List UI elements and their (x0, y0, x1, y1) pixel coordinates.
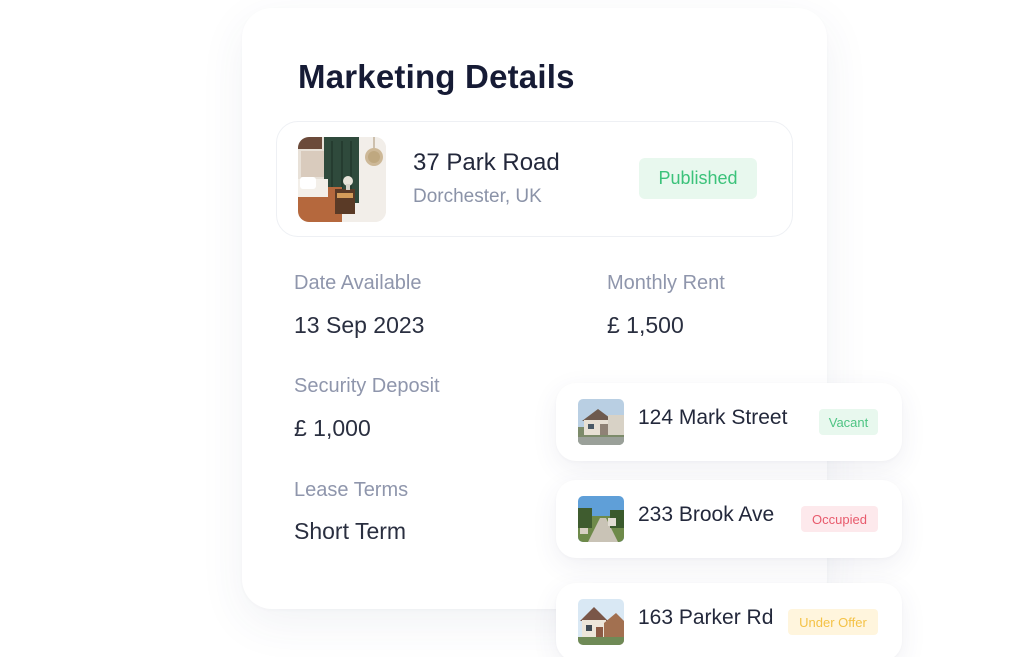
status-badge-occupied: Occupied (801, 506, 878, 532)
monthly-rent-label: Monthly Rent (607, 272, 725, 294)
security-deposit-label: Security Deposit (294, 375, 440, 397)
security-deposit-value: £ 1,000 (294, 415, 371, 441)
page-title: Marketing Details (298, 58, 575, 95)
street-photo-image (578, 496, 624, 542)
listing-photo (578, 599, 624, 645)
property-summary-card[interactable]: 37 Park Road Dorchester, UK Published (276, 121, 793, 237)
lease-terms-value: Short Term (294, 518, 407, 544)
listing-name: 233 Brook Ave (638, 503, 775, 526)
bedroom-photo-image (298, 137, 386, 222)
property-location: Dorchester, UK (413, 186, 542, 207)
status-badge-published: Published (639, 158, 757, 199)
property-photo (298, 137, 386, 222)
status-badge-vacant: Vacant (819, 409, 878, 435)
house-photo-image (578, 399, 624, 445)
listing-card-mark-street[interactable]: 124 Mark Street Vacant (556, 383, 902, 461)
date-available-value: 13 Sep 2023 (294, 312, 425, 338)
listing-card-parker-rd[interactable]: 163 Parker Rd Under Offer (556, 583, 902, 657)
status-badge-under-offer: Under Offer (788, 609, 878, 635)
property-address: 37 Park Road (413, 149, 560, 176)
app-stage: Marketing Details 37 Park Road Dorcheste… (0, 0, 1033, 657)
listing-photo (578, 399, 624, 445)
listing-name: 124 Mark Street (638, 406, 788, 429)
house-photo-image (578, 599, 624, 645)
listing-photo (578, 496, 624, 542)
monthly-rent-value: £ 1,500 (607, 312, 684, 338)
lease-terms-label: Lease Terms (294, 479, 409, 501)
date-available-label: Date Available (294, 272, 422, 294)
listing-card-brook-ave[interactable]: 233 Brook Ave Occupied (556, 480, 902, 558)
listing-name: 163 Parker Rd (638, 606, 774, 629)
